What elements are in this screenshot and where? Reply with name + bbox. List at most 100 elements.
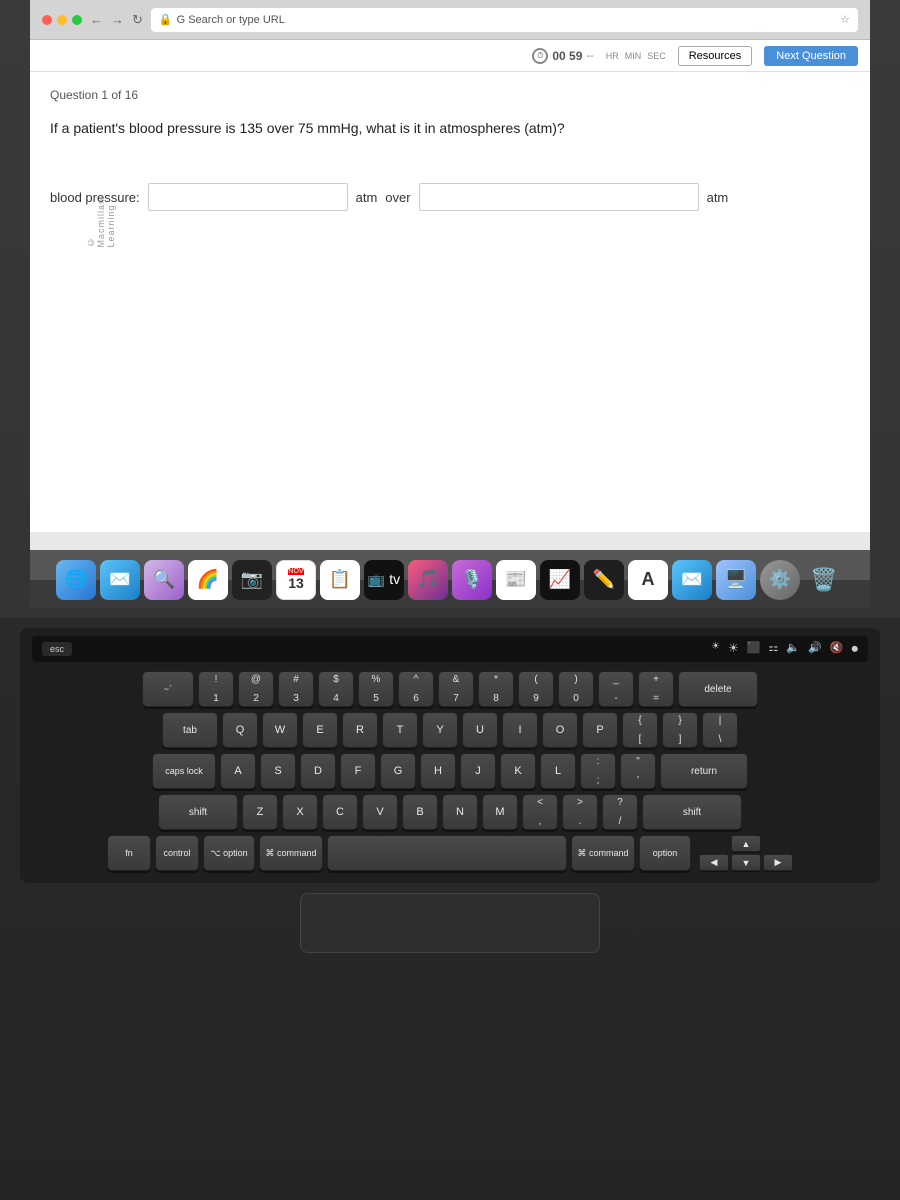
dock-photos[interactable]: 🌈 bbox=[188, 560, 228, 600]
key-fn[interactable]: fn bbox=[107, 835, 151, 871]
blood-pressure-input-1[interactable] bbox=[148, 183, 348, 211]
touch-bar-brightness-down[interactable]: ☀ bbox=[711, 641, 720, 657]
key-x[interactable]: X bbox=[282, 794, 318, 830]
key-q[interactable]: Q bbox=[222, 712, 258, 748]
key-7[interactable]: & 7 bbox=[438, 671, 474, 707]
touch-bar-launchpad[interactable]: ⚏ bbox=[769, 641, 779, 657]
key-comma[interactable]: <, bbox=[522, 794, 558, 830]
minimize-button[interactable] bbox=[57, 15, 67, 25]
key-u[interactable]: U bbox=[462, 712, 498, 748]
dock-stocks[interactable]: 📈 bbox=[540, 560, 580, 600]
key-4[interactable]: $ 4 bbox=[318, 671, 354, 707]
dock-finder[interactable]: 🌐 bbox=[56, 560, 96, 600]
key-v[interactable]: V bbox=[362, 794, 398, 830]
key-s[interactable]: S bbox=[260, 753, 296, 789]
key-equal[interactable]: + = bbox=[638, 671, 674, 707]
key-space[interactable] bbox=[327, 835, 567, 871]
key-command-right[interactable]: ⌘ command bbox=[571, 835, 635, 871]
key-i[interactable]: I bbox=[502, 712, 538, 748]
key-shift-left[interactable]: shift bbox=[158, 794, 238, 830]
dock-trash[interactable]: 🗑️ bbox=[804, 560, 844, 600]
key-arrow-right[interactable]: ▶ bbox=[763, 854, 793, 871]
touch-bar-mission-control[interactable]: ⬛ bbox=[747, 641, 761, 657]
touch-bar-esc[interactable]: esc bbox=[42, 642, 72, 656]
key-arrow-down[interactable]: ▼ bbox=[731, 854, 761, 871]
key-k[interactable]: K bbox=[500, 753, 536, 789]
touch-bar-volume-up[interactable]: 🔊 bbox=[808, 641, 822, 657]
refresh-button[interactable]: ↻ bbox=[132, 12, 143, 28]
dock-news[interactable]: 📰 bbox=[496, 560, 536, 600]
key-arrow-left[interactable]: ◀ bbox=[699, 854, 729, 871]
key-p[interactable]: P bbox=[582, 712, 618, 748]
dock-reminders[interactable]: 📋 bbox=[320, 560, 360, 600]
dock-spotlight[interactable]: 🔍 bbox=[144, 560, 184, 600]
key-a[interactable]: A bbox=[220, 753, 256, 789]
maximize-button[interactable] bbox=[72, 15, 82, 25]
dock-podcasts[interactable]: 🎙️ bbox=[452, 560, 492, 600]
key-n[interactable]: N bbox=[442, 794, 478, 830]
key-r[interactable]: R bbox=[342, 712, 378, 748]
key-option-left[interactable]: ⌥ option bbox=[203, 835, 255, 871]
close-button[interactable] bbox=[42, 15, 52, 25]
key-h[interactable]: H bbox=[420, 753, 456, 789]
key-j[interactable]: J bbox=[460, 753, 496, 789]
dock-screen[interactable]: 🖥️ bbox=[716, 560, 756, 600]
dock-tv[interactable]: 📺 tv bbox=[364, 560, 404, 600]
key-w[interactable]: W bbox=[262, 712, 298, 748]
key-2[interactable]: @ 2 bbox=[238, 671, 274, 707]
key-b[interactable]: B bbox=[402, 794, 438, 830]
key-caps-lock[interactable]: caps lock bbox=[152, 753, 216, 789]
key-option-right[interactable]: option bbox=[639, 835, 691, 871]
key-semicolon[interactable]: :; bbox=[580, 753, 616, 789]
blood-pressure-input-2[interactable] bbox=[419, 183, 699, 211]
key-control[interactable]: control bbox=[155, 835, 199, 871]
key-1[interactable]: ! 1 bbox=[198, 671, 234, 707]
key-shift-right[interactable]: shift bbox=[642, 794, 742, 830]
key-d[interactable]: D bbox=[300, 753, 336, 789]
key-tab[interactable]: tab bbox=[162, 712, 218, 748]
key-return[interactable]: return bbox=[660, 753, 748, 789]
key-y[interactable]: Y bbox=[422, 712, 458, 748]
touch-bar-siri[interactable]: ⏺ bbox=[852, 641, 859, 657]
dock-camera[interactable]: 📷 bbox=[232, 560, 272, 600]
key-bracket-l[interactable]: {[ bbox=[622, 712, 658, 748]
key-t[interactable]: T bbox=[382, 712, 418, 748]
trackpad[interactable] bbox=[300, 893, 600, 953]
key-g[interactable]: G bbox=[380, 753, 416, 789]
key-e[interactable]: E bbox=[302, 712, 338, 748]
key-minus[interactable]: _ - bbox=[598, 671, 634, 707]
key-6[interactable]: ^ 6 bbox=[398, 671, 434, 707]
key-9[interactable]: ( 9 bbox=[518, 671, 554, 707]
key-bracket-r[interactable]: }] bbox=[662, 712, 698, 748]
key-z[interactable]: Z bbox=[242, 794, 278, 830]
forward-button[interactable]: → bbox=[111, 12, 124, 27]
key-c[interactable]: C bbox=[322, 794, 358, 830]
key-o[interactable]: O bbox=[542, 712, 578, 748]
key-0[interactable]: ) 0 bbox=[558, 671, 594, 707]
key-3[interactable]: # 3 bbox=[278, 671, 314, 707]
key-delete[interactable]: delete bbox=[678, 671, 758, 707]
dock-mail-2[interactable]: ✉️ bbox=[672, 560, 712, 600]
key-5[interactable]: % 5 bbox=[358, 671, 394, 707]
resources-button[interactable]: Resources bbox=[678, 46, 753, 66]
dock-calendar[interactable]: NOV 13 bbox=[276, 560, 316, 600]
key-command-left[interactable]: ⌘ command bbox=[259, 835, 323, 871]
key-quote[interactable]: "' bbox=[620, 753, 656, 789]
key-m[interactable]: M bbox=[482, 794, 518, 830]
dock-notes[interactable]: ✏️ bbox=[584, 560, 624, 600]
next-question-button[interactable]: Next Question bbox=[764, 46, 858, 66]
dock-mail[interactable]: ✉️ bbox=[100, 560, 140, 600]
key-backslash[interactable]: |\ bbox=[702, 712, 738, 748]
key-grave[interactable]: ~` bbox=[142, 671, 194, 707]
dock-music[interactable]: 🎵 bbox=[408, 560, 448, 600]
touch-bar-mute[interactable]: 🔇 bbox=[830, 641, 844, 657]
touch-bar-volume-down[interactable]: 🔈 bbox=[786, 641, 800, 657]
key-arrow-up[interactable]: ▲ bbox=[731, 835, 761, 852]
key-l[interactable]: L bbox=[540, 753, 576, 789]
dock-textedit[interactable]: A bbox=[628, 560, 668, 600]
touch-bar-brightness-up[interactable]: ☀ bbox=[728, 641, 739, 657]
address-bar[interactable]: 🔒 G Search or type URL ☆ bbox=[151, 8, 858, 32]
key-slash[interactable]: ?/ bbox=[602, 794, 638, 830]
key-f[interactable]: F bbox=[340, 753, 376, 789]
key-period[interactable]: >. bbox=[562, 794, 598, 830]
